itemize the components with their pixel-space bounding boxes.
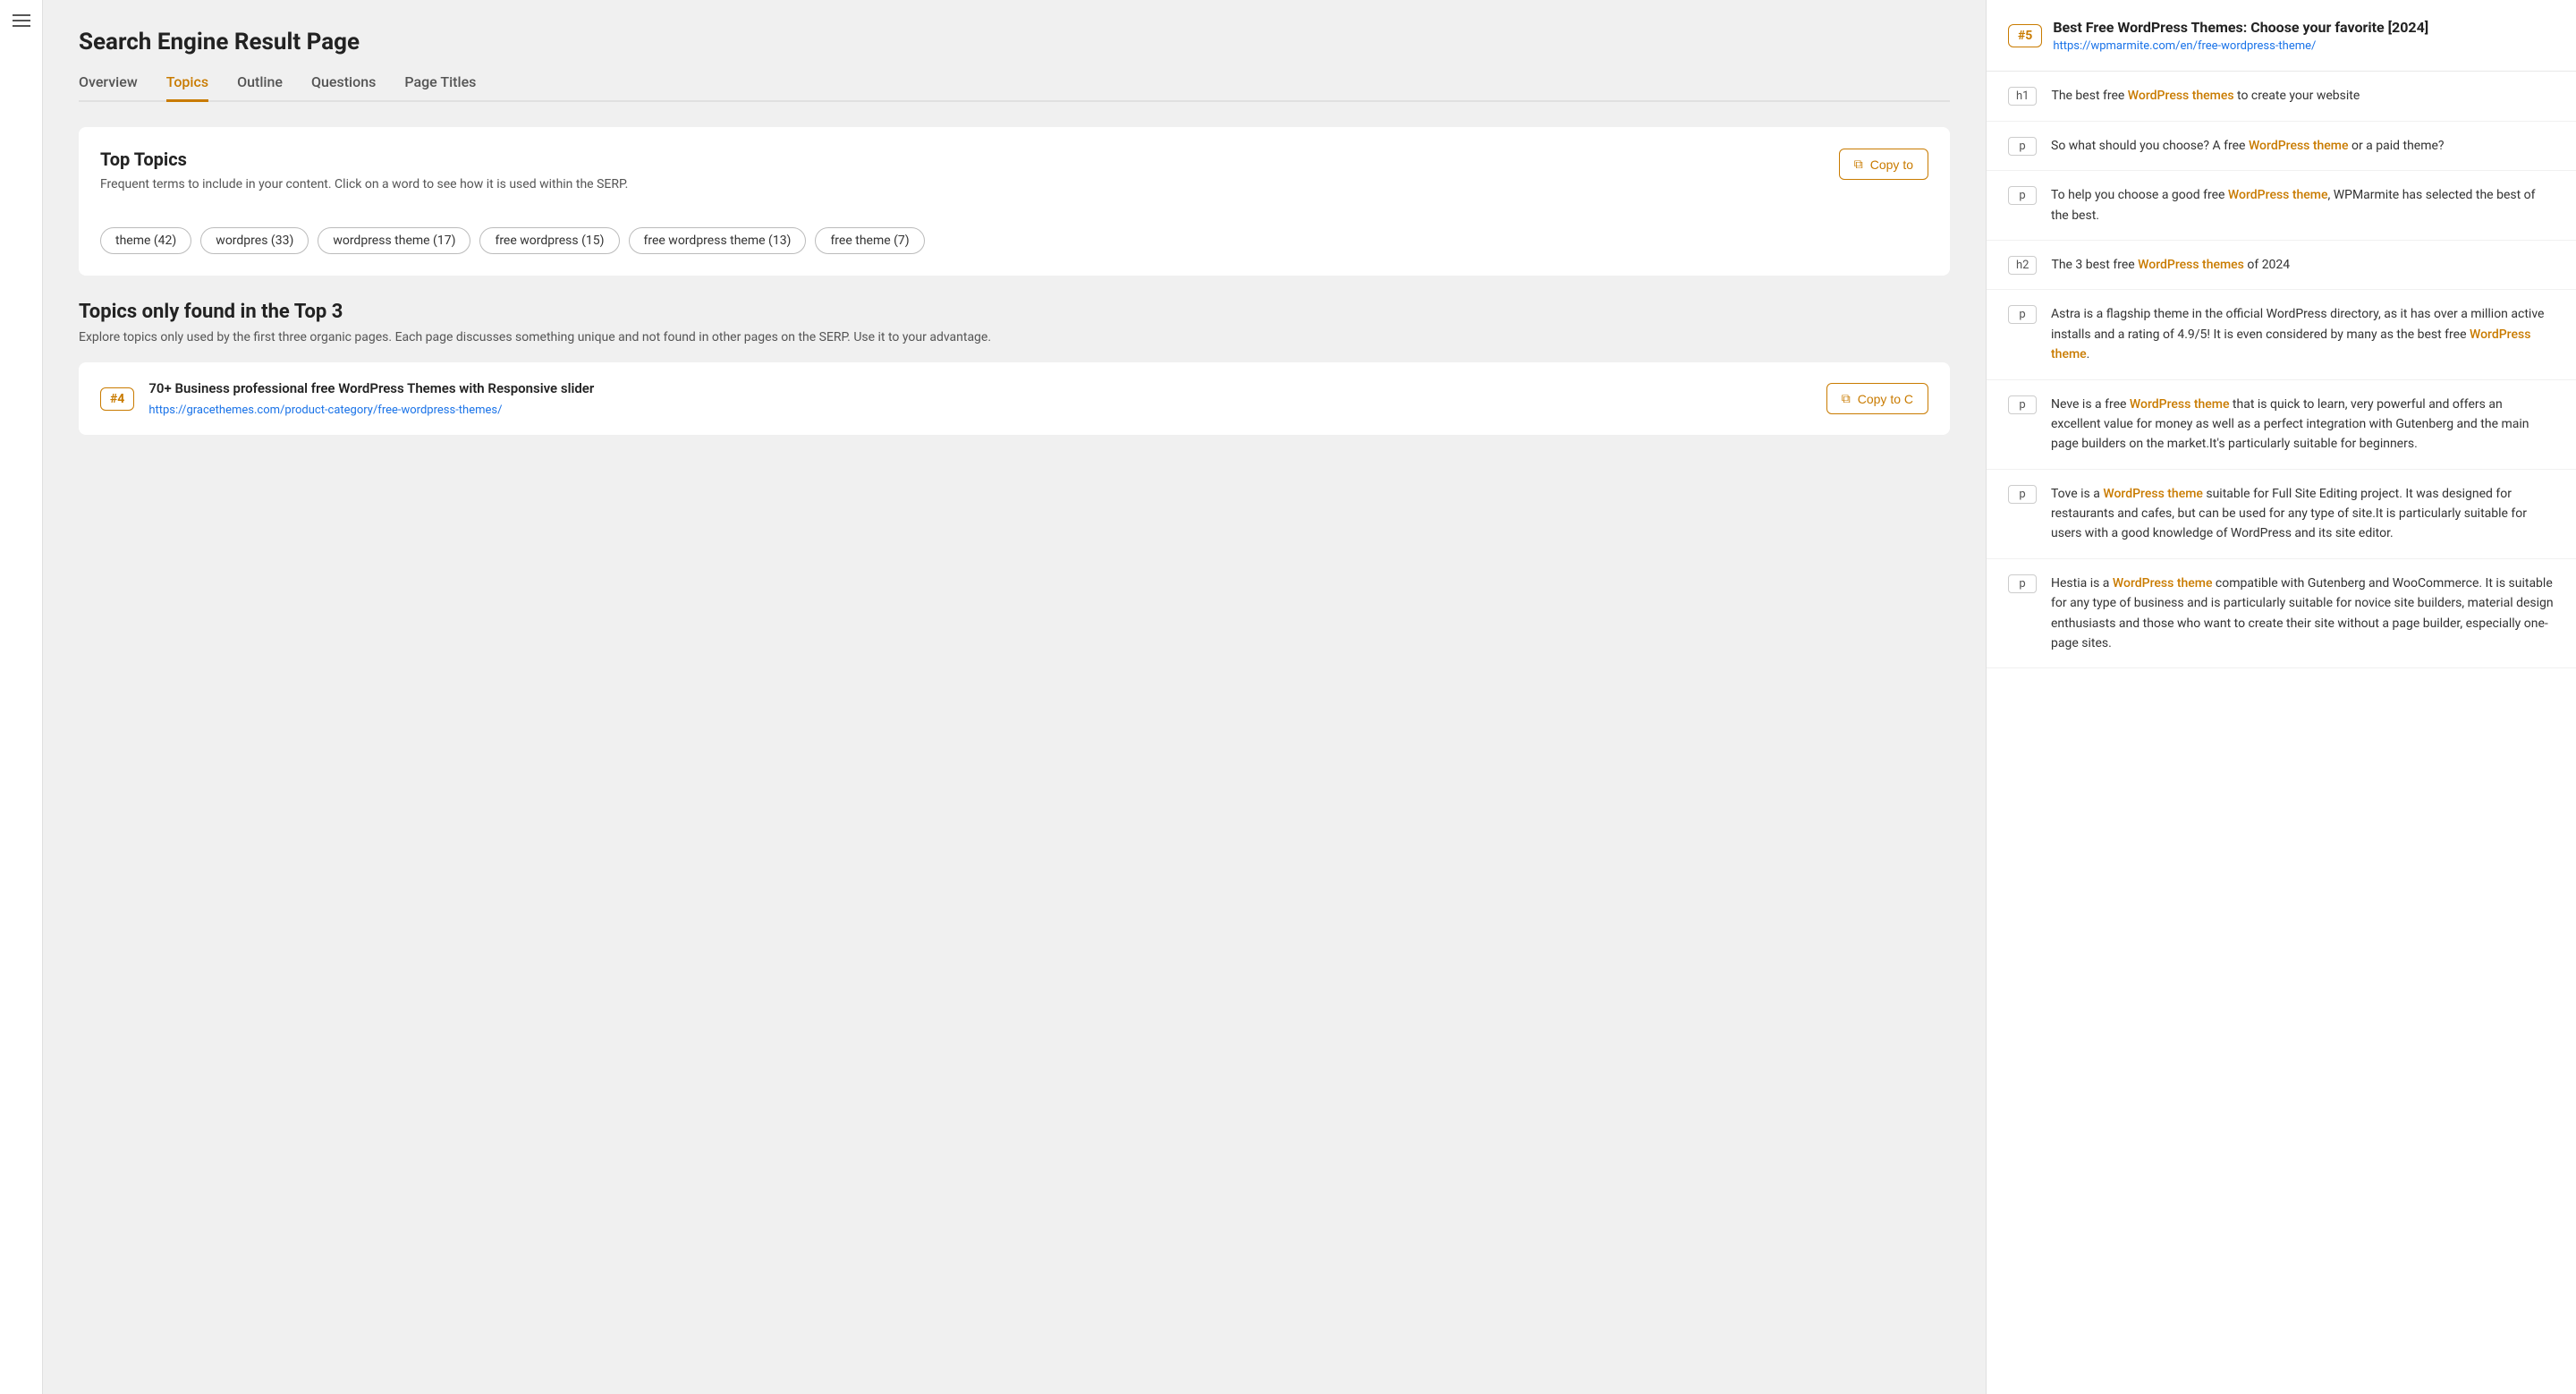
panel-text: Neve is a free WordPress theme that is q… xyxy=(2051,395,2555,455)
tab-page-titles[interactable]: Page Titles xyxy=(404,73,476,102)
highlight: WordPress theme xyxy=(2103,487,2203,501)
copy-result-button[interactable]: ⧉ Copy to C xyxy=(1826,383,1928,414)
tab-overview[interactable]: Overview xyxy=(79,73,138,102)
panel-item: p To help you choose a good free WordPre… xyxy=(1987,171,2576,241)
topic-tag[interactable]: theme (42) xyxy=(100,227,191,254)
panel-text: Astra is a flagship theme in the officia… xyxy=(2051,304,2555,364)
result-number-4: #4 xyxy=(100,387,134,411)
tag-p: p xyxy=(2008,485,2037,504)
panel-result-number: #5 xyxy=(2008,24,2042,47)
result-card-4: #4 70+ Business professional free WordPr… xyxy=(79,362,1950,435)
panel-body: h1 The best free WordPress themes to cre… xyxy=(1987,72,2576,668)
panel-item: h2 The 3 best free WordPress themes of 2… xyxy=(1987,241,2576,290)
panel-url[interactable]: https://wpmarmite.com/en/free-wordpress-… xyxy=(2053,39,2428,53)
top-topics-section: Top Topics Frequent terms to include in … xyxy=(79,127,1950,276)
tag-p: p xyxy=(2008,186,2037,205)
panel-item: p Hestia is a WordPress theme compatible… xyxy=(1987,559,2576,669)
copy-topics-label: Copy to xyxy=(1870,157,1913,172)
panel-item: p Neve is a free WordPress theme that is… xyxy=(1987,380,2576,470)
result-card-url[interactable]: https://gracethemes.com/product-category… xyxy=(148,404,502,417)
panel-header: #5 Best Free WordPress Themes: Choose yo… xyxy=(1987,0,2576,72)
left-sidebar xyxy=(0,0,43,1394)
highlight: WordPress themes xyxy=(2138,258,2244,272)
panel-title: Best Free WordPress Themes: Choose your … xyxy=(2053,18,2428,38)
panel-text: Tove is a WordPress theme suitable for F… xyxy=(2051,484,2555,544)
panel-text: The 3 best free WordPress themes of 2024 xyxy=(2051,255,2290,275)
top3-section: Topics only found in the Top 3 Explore t… xyxy=(79,301,1950,435)
tab-questions[interactable]: Questions xyxy=(311,73,376,102)
right-panel: #5 Best Free WordPress Themes: Choose yo… xyxy=(1986,0,2576,1394)
panel-text: So what should you choose? A free WordPr… xyxy=(2051,136,2445,156)
panel-item: p So what should you choose? A free Word… xyxy=(1987,122,2576,171)
tag-h1: h1 xyxy=(2008,87,2037,106)
panel-text: The best free WordPress themes to create… xyxy=(2051,86,2360,106)
panel-item: p Astra is a flagship theme in the offic… xyxy=(1987,290,2576,379)
tag-p: p xyxy=(2008,305,2037,324)
top3-desc: Explore topics only used by the first th… xyxy=(79,330,1950,344)
page-title: Search Engine Result Page xyxy=(79,29,1950,55)
highlight: WordPress theme xyxy=(2113,576,2213,591)
topics-grid: theme (42) wordpres (33) wordpress theme… xyxy=(100,227,1928,254)
tag-p: p xyxy=(2008,574,2037,593)
panel-item: h1 The best free WordPress themes to cre… xyxy=(1987,72,2576,121)
topic-tag[interactable]: free theme (7) xyxy=(815,227,924,254)
copy-icon: ⧉ xyxy=(1842,391,1851,406)
top-topics-desc: Frequent terms to include in your conten… xyxy=(100,177,628,191)
highlight: WordPress theme xyxy=(2249,139,2349,153)
copy-result-label: Copy to C xyxy=(1858,392,1913,406)
copy-icon: ⧉ xyxy=(1854,157,1863,172)
panel-item: p Tove is a WordPress theme suitable for… xyxy=(1987,470,2576,559)
topic-tag[interactable]: free wordpress (15) xyxy=(479,227,619,254)
tab-outline[interactable]: Outline xyxy=(237,73,283,102)
panel-text: To help you choose a good free WordPress… xyxy=(2051,185,2555,225)
highlight: WordPress theme xyxy=(2228,188,2328,202)
highlight: WordPress themes xyxy=(2128,89,2234,103)
tabs-container: Overview Topics Outline Questions Page T… xyxy=(79,73,1950,102)
result-card-title: 70+ Business professional free WordPress… xyxy=(148,380,594,396)
tag-h2: h2 xyxy=(2008,256,2037,275)
tag-p: p xyxy=(2008,137,2037,156)
hamburger-menu[interactable] xyxy=(13,14,30,27)
copy-topics-button[interactable]: ⧉ Copy to xyxy=(1839,149,1928,180)
topic-tag[interactable]: wordpress theme (17) xyxy=(318,227,470,254)
main-content: Search Engine Result Page Overview Topic… xyxy=(43,0,1986,1394)
tag-p: p xyxy=(2008,395,2037,414)
tab-topics[interactable]: Topics xyxy=(166,73,208,102)
highlight: WordPress theme xyxy=(2130,397,2230,412)
highlight: WordPress theme xyxy=(2051,327,2530,361)
topic-tag[interactable]: free wordpress theme (13) xyxy=(629,227,807,254)
top3-title: Topics only found in the Top 3 xyxy=(79,301,1950,323)
panel-text: Hestia is a WordPress theme compatible w… xyxy=(2051,574,2555,654)
topic-tag[interactable]: wordpres (33) xyxy=(200,227,309,254)
top-topics-title: Top Topics xyxy=(100,149,628,170)
